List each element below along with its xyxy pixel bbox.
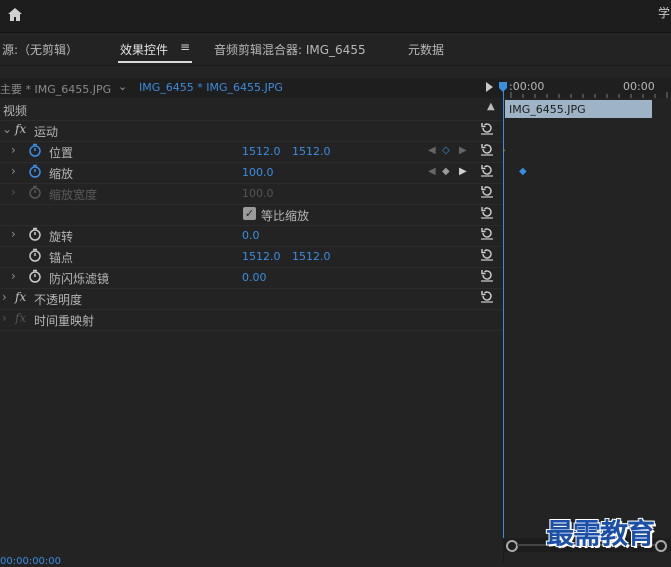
scroll-up-icon[interactable]: ▲ [487,101,495,112]
current-time[interactable]: 00:00:00:00 [0,556,61,567]
property-row-position[interactable]: › 位置 1512.0 1512.0 ◀ ◇ ▶ [0,141,502,163]
motion-label: 运动 [34,125,59,139]
anti-flicker-label: 防闪烁滤镜 [49,272,110,286]
keyframe-marker-icon[interactable]: › [502,146,506,156]
uniform-scale-label: 等比缩放 [261,209,310,223]
chevron-down-icon[interactable]: ⌄ [118,80,127,93]
reset-icon[interactable] [480,289,494,303]
stopwatch-active-icon[interactable] [28,164,42,178]
keyframe-timeline[interactable] [503,78,671,563]
reset-icon[interactable] [480,121,494,135]
anchor-label: 锚点 [49,251,74,265]
property-row-uniform-scale[interactable]: ✓ 等比缩放 [0,204,502,226]
home-icon[interactable] [6,6,24,24]
watermark: 最需教育 [546,517,655,550]
scale-width-label: 缩放宽度 [49,188,98,202]
top-bar [0,0,671,33]
timeline-clip-name: IMG_6455.JPG [509,103,586,116]
stopwatch-active-icon[interactable] [28,143,42,157]
fx-icon[interactable]: fx [15,290,26,304]
position-label: 位置 [49,146,74,160]
play-icon[interactable] [486,82,493,92]
reset-icon[interactable] [480,247,494,261]
timeline-clip-bar[interactable]: IMG_6455.JPG [505,100,652,118]
video-section-header: 视频 ▲ [0,99,502,121]
reset-icon[interactable] [480,142,494,156]
property-row-anti-flicker[interactable]: › 防闪烁滤镜 0.00 [0,267,502,289]
master-clip-label[interactable]: 主要 * IMG_6455.JPG [0,81,111,97]
video-label: 视频 [3,104,28,118]
chevron-right-icon[interactable]: › [11,269,16,283]
scale-width-value: 100.0 [242,187,274,200]
scale-value[interactable]: 100.0 [242,166,274,179]
chevron-right-icon[interactable]: › [11,164,16,178]
reset-icon[interactable] [480,205,494,219]
chevron-right-icon[interactable]: › [11,227,16,241]
prev-keyframe-icon[interactable]: ◀ [428,166,436,177]
next-keyframe-icon[interactable]: ▶ [459,166,467,177]
chevron-right-icon: › [2,311,7,325]
tab-source[interactable]: 源:（无剪辑） [2,41,78,58]
anchor-y-value[interactable]: 1512.0 [292,250,331,263]
workspace-label[interactable]: 学 [658,4,670,21]
opacity-label: 不透明度 [34,293,83,307]
prev-keyframe-icon[interactable]: ◀ [428,145,436,156]
chevron-right-icon: › [11,185,16,199]
stopwatch-icon[interactable] [28,248,42,262]
stopwatch-disabled-icon [29,185,41,199]
panel-menu-icon[interactable]: ≡ [180,40,190,54]
anchor-x-value[interactable]: 1512.0 [242,250,281,263]
active-tab-indicator [118,61,192,63]
tab-metadata[interactable]: 元数据 [408,41,444,58]
sequence-clip-label[interactable]: IMG_6455 * IMG_6455.JPG [139,81,283,94]
scroll-start-handle[interactable] [506,540,518,552]
effect-row-motion[interactable]: ⌄ fx 运动 [0,120,502,142]
ruler-start-time: :00:00 [509,80,545,93]
keyframe-marker-icon[interactable]: ◆ [519,166,527,177]
uniform-scale-checkbox[interactable]: ✓ [243,207,256,220]
rotation-value[interactable]: 0.0 [242,229,260,242]
next-keyframe-icon[interactable]: ▶ [459,145,467,156]
position-x-value[interactable]: 1512.0 [242,145,281,158]
tab-effect-controls[interactable]: 效果控件 [120,41,168,58]
scroll-end-handle[interactable] [655,540,667,552]
fx-icon[interactable]: fx [15,122,26,136]
property-row-rotation[interactable]: › 旋转 0.0 [0,225,502,247]
reset-icon[interactable] [480,226,494,240]
keyframe-icon[interactable]: ◆ [442,166,450,177]
fx-icon: fx [15,311,27,325]
chevron-down-icon[interactable]: ⌄ [2,122,12,136]
panel-tab-row: 源:（无剪辑） 效果控件 ≡ 音频剪辑混合器: IMG_6455 元数据 [0,33,671,66]
time-remap-label: 时间重映射 [34,314,95,328]
scale-label: 缩放 [49,167,74,181]
position-y-value[interactable]: 1512.0 [292,145,331,158]
rotation-label: 旋转 [49,230,74,244]
reset-icon[interactable] [480,268,494,282]
stopwatch-icon[interactable] [28,227,42,241]
stopwatch-icon[interactable] [28,269,42,283]
effect-row-time-remap[interactable]: › fx 时间重映射 [0,309,502,331]
chevron-right-icon[interactable]: › [2,290,7,304]
property-row-scale-width[interactable]: › 缩放宽度 100.0 [0,183,502,205]
chevron-right-icon[interactable]: › [11,143,16,157]
reset-icon[interactable] [480,163,494,177]
add-keyframe-icon[interactable]: ◇ [442,145,450,156]
property-row-anchor[interactable]: 锚点 1512.0 1512.0 [0,246,502,268]
reset-icon[interactable] [480,184,494,198]
anti-flicker-value[interactable]: 0.00 [242,271,267,284]
ruler-end-time: 00:00 [623,80,655,93]
effect-row-opacity[interactable]: › fx 不透明度 [0,288,502,310]
tab-audio-clip-mixer[interactable]: 音频剪辑混合器: IMG_6455 [214,41,366,58]
property-row-scale[interactable]: › 缩放 100.0 ◀ ◆ ▶ [0,162,502,184]
